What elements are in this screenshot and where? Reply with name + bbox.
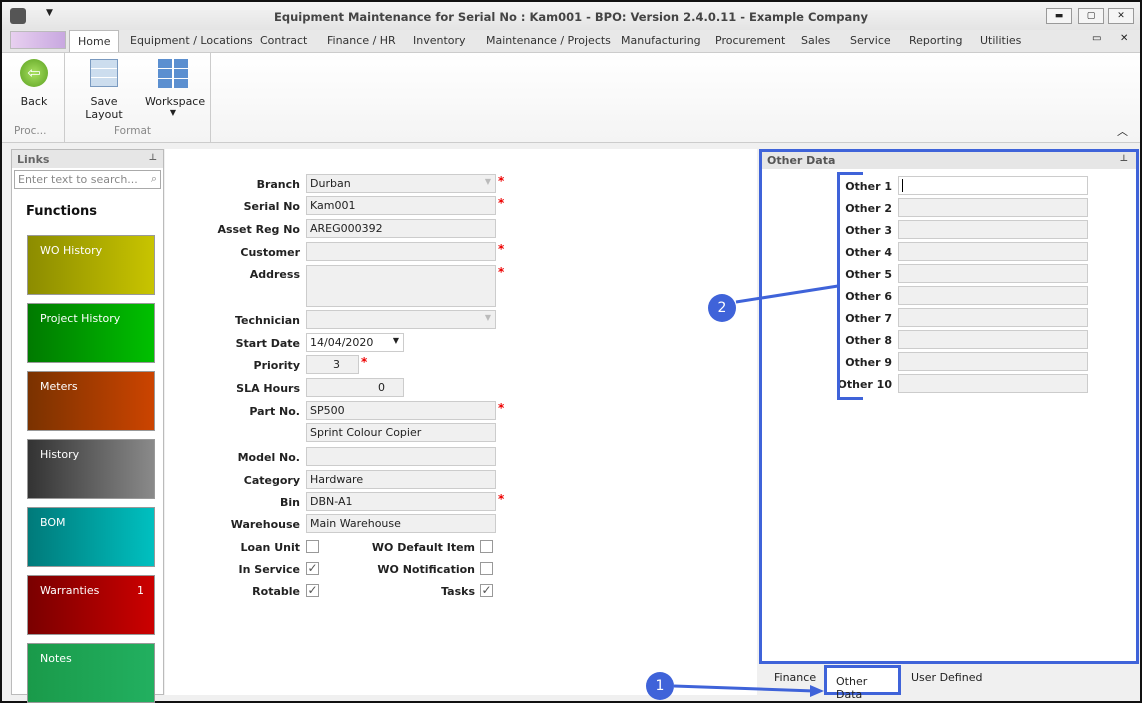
- annotation-marker-2: 2: [708, 294, 736, 322]
- annotation-arrows: [673, 284, 839, 697]
- application-window: ▼ Equipment Maintenance for Serial No : …: [0, 0, 1142, 703]
- annotation-marker-1: 1: [646, 672, 674, 700]
